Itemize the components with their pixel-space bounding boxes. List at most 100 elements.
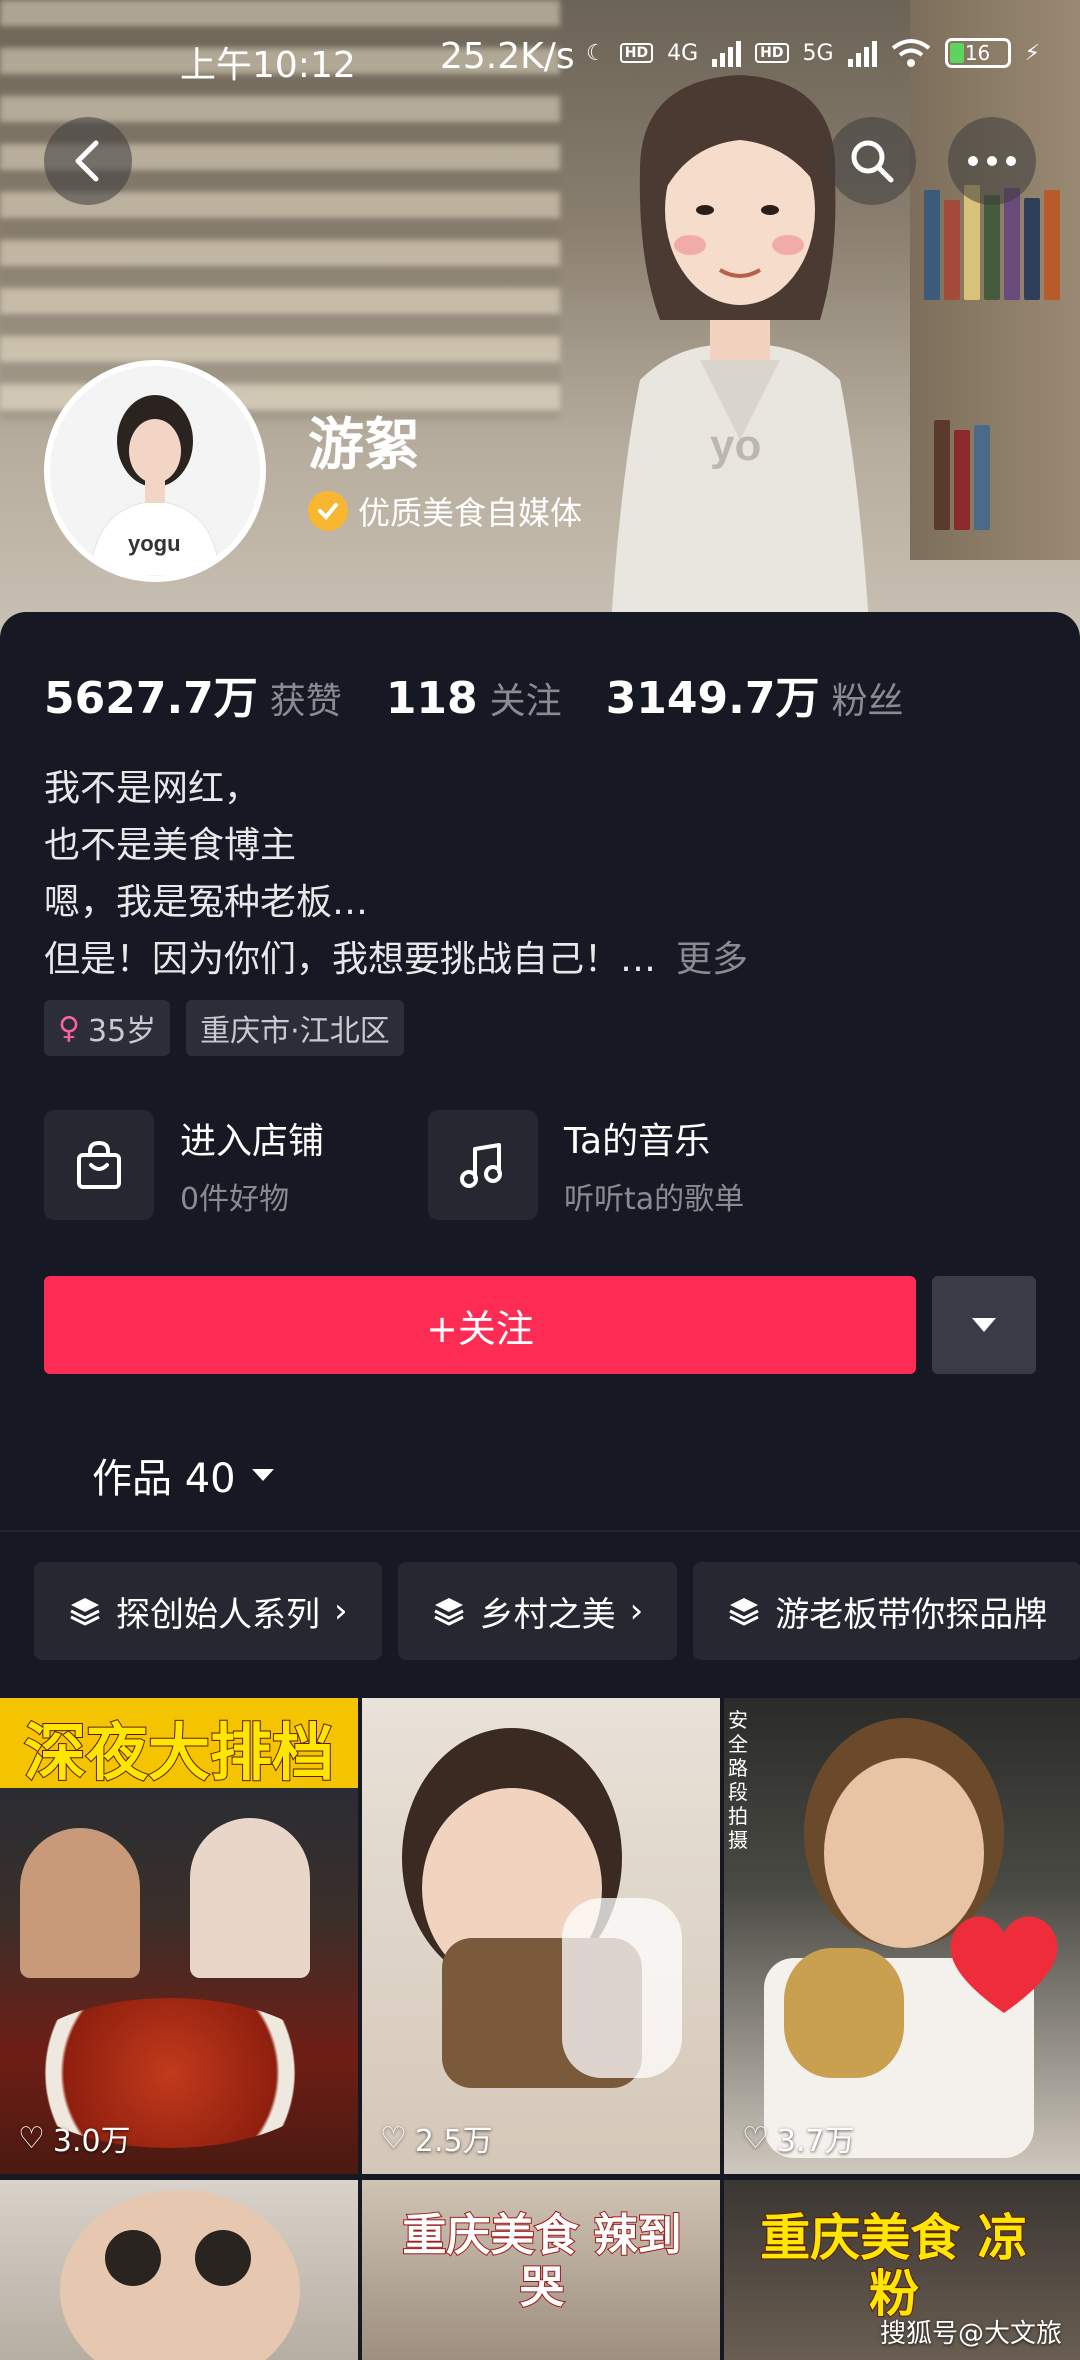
music-icon-box xyxy=(428,1110,538,1220)
shop-title: 进入店铺 xyxy=(180,1121,325,1162)
shop-subtitle: 0件好物 xyxy=(180,1182,290,1217)
caret-down-icon xyxy=(972,1318,996,1332)
works-label: 作品 40 xyxy=(92,1456,236,1502)
stat-followers[interactable]: 3149.7万 粉丝 xyxy=(606,662,904,726)
battery-icon: 16 xyxy=(944,38,1011,68)
status-bar: 上午10:12 25.2K/s ☾ HD 4G HD 5G 16 ⚡ xyxy=(0,0,1080,120)
wifi-icon xyxy=(891,39,930,67)
avatar-photo: yogu xyxy=(50,366,260,576)
bio-line: 嗯，我是冤种老板… xyxy=(44,882,369,923)
video-likes: ♡ 3.7万 xyxy=(742,2116,855,2160)
caret-down-icon xyxy=(251,1469,274,1481)
bio-more-link[interactable]: 更多 xyxy=(676,939,748,980)
video-thumbnail[interactable]: 重庆美食 辣到哭 xyxy=(362,2180,720,2360)
video-title: 重庆美食 辣到哭 xyxy=(401,2209,682,2314)
video-thumbnail[interactable] xyxy=(0,2180,358,2360)
stat-number: 5627.7万 xyxy=(44,673,258,724)
profile-banner: yo 上午10:12 25.2K/s ☾ HD 4G HD 5G 16 ⚡ yo… xyxy=(0,0,1080,640)
search-icon xyxy=(851,140,894,183)
collection-list: 探创始人系列 › 乡村之美 › 游老板带你探品牌 xyxy=(34,1562,1080,1660)
status-indicators: ☾ HD 4G HD 5G 16 ⚡ xyxy=(586,38,1040,68)
heart-sticker-icon xyxy=(950,1916,1058,2013)
profile-name: 游絮 xyxy=(308,413,420,478)
hd-icon: HD xyxy=(755,43,789,63)
profile-stats: 5627.7万 获赞 118 关注 3149.7万 粉丝 xyxy=(44,662,948,726)
bio-line: 也不是美食博主 xyxy=(44,825,297,866)
bio-line: 我不是网红， xyxy=(44,768,261,809)
collection-chip[interactable]: 探创始人系列 › xyxy=(34,1562,382,1660)
stat-number: 3149.7万 xyxy=(605,673,820,724)
likes-count: 3.0万 xyxy=(52,2124,131,2159)
hd-icon: HD xyxy=(619,43,654,63)
bio-line: 但是！因为你们，我想要挑战自己！… xyxy=(44,939,657,980)
collection-label: 游老板带你探品牌 xyxy=(775,1594,1048,1635)
shopping-bag-icon xyxy=(77,1140,121,1189)
verified-text: 优质美食自媒体 xyxy=(358,494,583,532)
follow-button[interactable]: +关注 xyxy=(44,1276,916,1374)
avatar[interactable]: yogu xyxy=(44,360,266,582)
chevron-left-icon xyxy=(75,140,99,182)
collection-chip[interactable]: 乡村之美 › xyxy=(397,1562,678,1660)
music-title: Ta的音乐 xyxy=(564,1121,711,1162)
heart-outline-icon: ♡ xyxy=(18,2120,45,2156)
signal-bars-icon xyxy=(712,39,742,67)
verified-check-icon xyxy=(308,491,348,531)
profile-sheet: 5627.7万 获赞 118 关注 3149.7万 粉丝 我不是网红， 也不是美… xyxy=(0,612,1080,2360)
charging-icon: ⚡ xyxy=(1024,40,1040,66)
likes-count: 2.5万 xyxy=(414,2124,493,2159)
layers-icon xyxy=(729,1598,759,1626)
collection-label: 探创始人系列 xyxy=(116,1594,320,1635)
video-title: 深夜大排档 xyxy=(23,1715,335,1790)
status-network-speed: 25.2K/s xyxy=(440,36,575,77)
more-button[interactable] xyxy=(948,117,1036,205)
video-likes: ♡ 2.5万 xyxy=(380,2116,493,2160)
video-thumbnail[interactable]: 深夜大排档 ♡ 3.0万 xyxy=(0,1698,358,2174)
stat-label: 关注 xyxy=(489,681,562,722)
shop-icon-box xyxy=(44,1110,154,1220)
tab-works[interactable]: 作品 40 xyxy=(92,1446,276,1504)
video-likes: ♡ 3.0万 xyxy=(18,2116,131,2160)
stat-likes[interactable]: 5627.7万 获赞 xyxy=(44,662,342,726)
back-button[interactable] xyxy=(44,117,132,205)
location-text: 重庆市·江北区 xyxy=(200,1014,390,1049)
layers-icon xyxy=(433,1598,464,1626)
verified-label: 优质美食自媒体 xyxy=(308,488,582,534)
video-thumbnail[interactable]: ♡ 2.5万 xyxy=(362,1698,720,2174)
video-thumbnail[interactable]: 安全路段拍摄 ♡ 3.7万 xyxy=(724,1698,1080,2174)
collection-label: 乡村之美 xyxy=(479,1594,616,1635)
location-tag: 重庆市·江北区 xyxy=(186,1000,404,1056)
heart-outline-icon: ♡ xyxy=(380,2120,407,2156)
more-dots-icon xyxy=(968,156,1016,166)
chevron-right-icon: › xyxy=(629,1591,644,1631)
svg-text:yo: yo xyxy=(710,421,761,470)
collection-chip[interactable]: 游老板带你探品牌 xyxy=(693,1562,1080,1660)
status-time: 上午10:12 xyxy=(180,45,356,86)
layers-icon xyxy=(70,1598,100,1626)
chevron-right-icon: › xyxy=(334,1591,348,1631)
profile-tags: ♀ 35岁 重庆市·江北区 xyxy=(44,1000,404,1056)
stat-following[interactable]: 118 关注 xyxy=(386,672,562,724)
follow-options-button[interactable] xyxy=(932,1276,1036,1374)
profile-bio: 我不是网红， 也不是美食博主 嗯，我是冤种老板… 但是！因为你们，我想要挑战自己… xyxy=(44,760,748,988)
signal-4g-label: 4G xyxy=(667,40,699,66)
shop-entry[interactable]: 进入店铺 0件好物 xyxy=(44,1110,324,1220)
search-button[interactable] xyxy=(828,117,916,205)
moon-icon: ☾ xyxy=(586,40,606,66)
watermark-text: 搜狐号@大文旅 xyxy=(879,2319,1062,2349)
age-text: 35岁 xyxy=(87,1014,157,1049)
likes-count: 3.7万 xyxy=(776,2124,855,2159)
signal-bars-icon xyxy=(847,39,877,67)
music-note-icon xyxy=(460,1143,502,1188)
stat-label: 获赞 xyxy=(269,681,342,722)
video-corner-text: 安全路段拍摄 xyxy=(728,1708,748,1852)
svg-text:yogu: yogu xyxy=(128,531,181,556)
age-tag: ♀ 35岁 xyxy=(44,1000,171,1056)
female-icon: ♀ xyxy=(58,1010,80,1046)
music-subtitle: 听听ta的歌单 xyxy=(564,1182,745,1217)
video-title: 重庆美食 凉粉 xyxy=(759,2209,1028,2323)
heart-outline-icon: ♡ xyxy=(742,2120,769,2156)
music-entry[interactable]: Ta的音乐 听听ta的歌单 xyxy=(428,1110,744,1220)
stat-label: 粉丝 xyxy=(831,681,904,722)
divider xyxy=(0,1530,1080,1532)
stat-number: 118 xyxy=(385,673,478,724)
